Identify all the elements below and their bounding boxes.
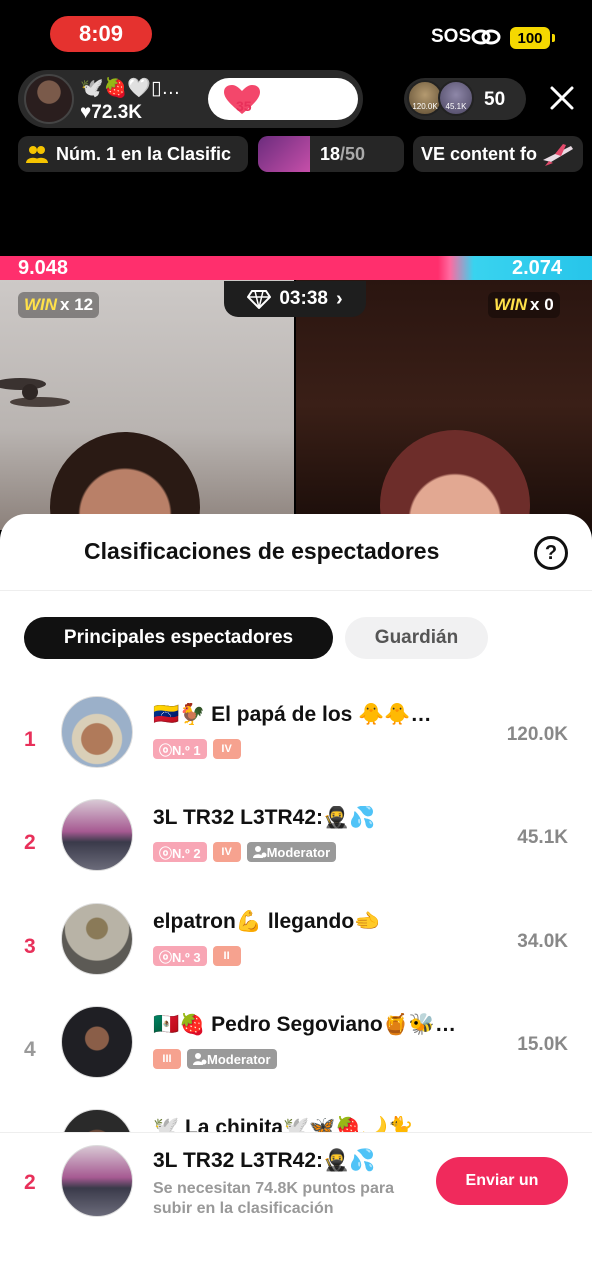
send-gift-button[interactable]: Enviar un [436,1157,568,1205]
goal-current: 18 [320,143,341,164]
row-badges: ⓞN.º 1 IV [153,739,241,759]
host-avatar[interactable] [24,74,74,124]
row-name: 🇲🇽🍓 Pedro Segoviano🍯🐝… [153,1013,456,1036]
tab-guardian[interactable]: Guardián [345,617,488,659]
divider [0,590,592,591]
airplane-icon [543,144,573,166]
goal-thumbnail [258,136,310,172]
win-count-right: x 0 [530,295,554,314]
goal-banner[interactable]: 18 /50 [258,136,404,172]
heart-level-number: 35 [236,98,252,114]
row-badges: ⓞN.º 2 IV Moderator [153,842,337,862]
my-rank-bar: 2 3L TR32 L3TR42:🥷💦 Se necesitan 74.8K p… [0,1132,592,1280]
battle-timer[interactable]: 03:38 › [224,281,366,317]
list-item[interactable]: 3 elpatron💪 llegando🫲 ⓞN.º 3 II 34.0K [0,903,592,993]
ranking-banner[interactable]: Núm. 1 en la Clasific [18,136,248,172]
link-icon [471,29,501,45]
users-icon [26,146,48,163]
row-points: 15.0K [517,1034,568,1055]
status-bar: 8:09 SOS 100 [0,0,592,70]
row-name: elpatron💪 llegando🫲 [153,910,381,933]
my-rank-hint: Se necesitan 74.8K puntos para subir en … [153,1180,394,1217]
row-rank: 3 [24,935,36,958]
tab-top-viewers[interactable]: Principales espectadores [24,617,333,659]
win-word-left: WIN [24,295,58,314]
row-name: 3L TR32 L3TR42:🥷💦 [153,806,376,829]
viewer-ranking-sheet: Clasificaciones de espectadores ? Princi… [0,514,592,1280]
promo-banner[interactable]: VE content fo [413,136,583,172]
avatar[interactable] [61,696,133,768]
row-name: 🇻🇪🐓 El papá de los 🐥🐥… [153,703,432,726]
level-badge: IV [212,842,241,862]
moderator-badge: Moderator [246,842,337,862]
battle-score-right: 2.074 [512,257,563,279]
avatar[interactable] [61,903,133,975]
host-name: 🕊️🍓🤍▯… [80,78,181,99]
row-points: 34.0K [517,931,568,952]
my-rank: 2 [24,1171,36,1194]
sheet-title: Clasificaciones de espectadores [84,538,440,564]
diamond-icon [247,290,272,309]
rank-badge: ⓞN.º 3 [153,946,207,966]
host-likes: ♥72.3K [80,102,142,123]
row-points: 120.0K [506,724,568,745]
level-badge: IV [212,739,241,759]
promo-text: VE content fo [421,143,537,164]
row-badges: ⓞN.º 3 II [153,946,241,966]
row-badges: III Moderator [153,1049,277,1069]
close-icon[interactable] [548,84,576,112]
win-streak-left: WIN x 12 [18,292,100,318]
goal-total: /50 [340,143,366,164]
ceiling-fan-image [0,378,70,407]
battle-score-left: 9.048 [18,257,69,279]
my-name: 3L TR32 L3TR42:🥷💦 [153,1149,376,1172]
row-points: 45.1K [517,827,568,848]
row-rank: 2 [24,831,36,854]
moderator-icon [252,846,267,858]
ranking-banner-text: Núm. 1 en la Clasific [56,143,232,164]
battle-timer-text: 03:38 [279,288,328,309]
win-streak-right: WIN x 0 [488,292,560,318]
clock-time: 8:09 [50,16,152,52]
list-item[interactable]: 4 🇲🇽🍓 Pedro Segoviano🍯🐝… III Moderator 1… [0,1006,592,1096]
viewer-count[interactable]: 50 [484,89,505,111]
win-word-right: WIN [494,295,528,314]
row-rank: 1 [24,728,36,751]
battle-score-bar [0,256,592,280]
moderator-icon [193,1053,207,1065]
avatar[interactable] [61,799,133,871]
moderator-badge: Moderator [187,1049,277,1069]
my-avatar[interactable] [61,1145,133,1217]
list-item[interactable]: 1 🇻🇪🐓 El papá de los 🐥🐥… ⓞN.º 1 IV 120.0… [0,696,592,786]
win-count-left: x 12 [60,295,94,314]
list-item[interactable]: 2 3L TR32 L3TR42:🥷💦 ⓞN.º 2 IV Moderator … [0,799,592,889]
rank-badge: ⓞN.º 1 [153,739,207,759]
row-rank: 4 [24,1038,36,1061]
second-viewer-avatar[interactable]: 45.1K [438,80,474,116]
moderator-label: Moderator [266,844,331,860]
level-badge: II [212,946,241,966]
rank-badge: ⓞN.º 2 [153,842,207,862]
avatar[interactable] [61,1006,133,1078]
level-badge: III [153,1049,181,1069]
chevron-right-icon: › [335,287,343,310]
help-icon[interactable]: ? [534,536,568,570]
battery-indicator: 100 [510,27,555,49]
sos-indicator: SOS [431,26,472,47]
moderator-label: Moderator [207,1051,271,1067]
